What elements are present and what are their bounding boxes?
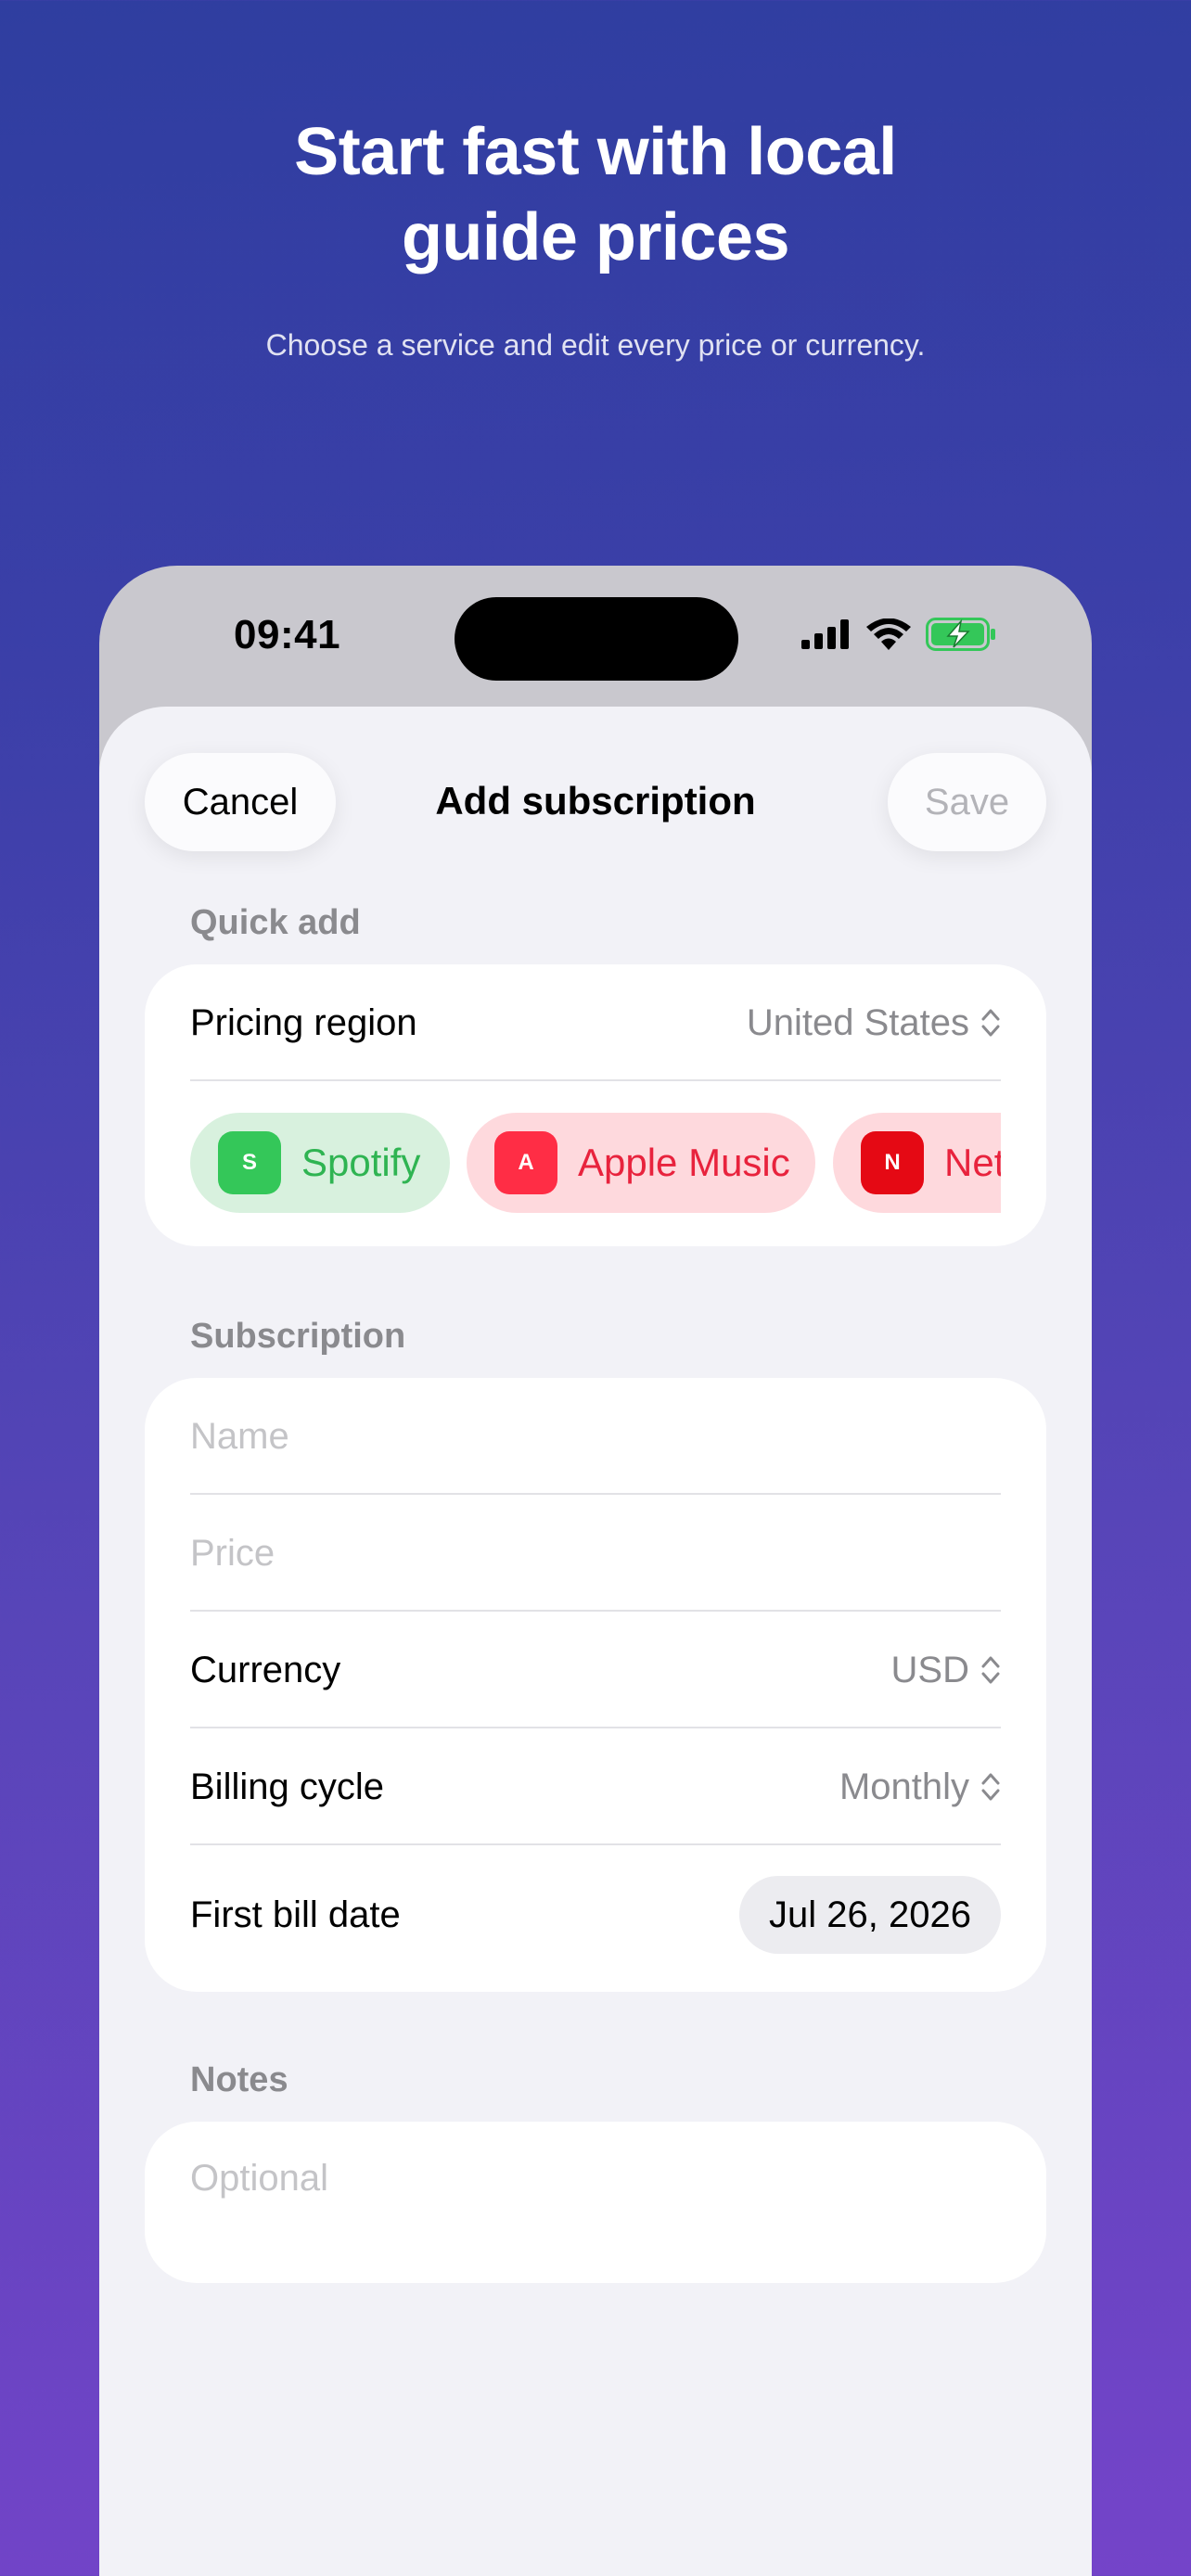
signal-icon [801,619,849,649]
currency-value: USD [890,1649,969,1690]
name-field[interactable]: Name [190,1378,1001,1495]
wifi-icon [866,618,911,650]
hero-title-line-2: guide prices [401,200,790,274]
pricing-region-picker[interactable]: United States [747,1002,1001,1044]
service-chip-label: Apple Music [578,1141,790,1184]
notes-placeholder: Optional [190,2157,328,2199]
chevron-up-down-icon [981,1773,1000,1801]
price-field[interactable]: Price [190,1495,1001,1612]
quick-add-services: S Spotify A Apple Music N Netflix [190,1113,1001,1213]
service-chip-spotify[interactable]: S Spotify [190,1113,450,1213]
status-time: 09:41 [234,612,341,657]
quick-add-card: Pricing region United States S Spotify A [145,964,1046,1246]
chevron-up-down-icon [981,1009,1000,1037]
service-chip-netflix[interactable]: N Netflix [833,1113,1001,1213]
currency-picker[interactable]: USD [891,1650,1001,1691]
service-chip-label: Spotify [301,1141,421,1184]
hero-title-line-1: Start fast with local [294,115,897,189]
billing-cycle-row[interactable]: Billing cycle Monthly [190,1728,1001,1845]
subscription-card: Name Price Currency USD Billing cycle Mo… [145,1378,1046,1992]
currency-row[interactable]: Currency USD [190,1612,1001,1728]
subscription-header: Subscription [190,1317,406,1356]
name-placeholder: Name [190,1415,289,1457]
battery-charging-icon [926,618,995,651]
save-button[interactable]: Save [888,753,1046,851]
status-bar: 09:41 [99,566,1092,705]
add-subscription-sheet: Cancel Add subscription Save Quick add P… [99,707,1092,2576]
notes-field[interactable]: Optional [190,2122,1001,2235]
service-chip-label: Netflix [944,1141,1001,1184]
phone-mockup: 09:41 Cancel Add subscription Save Quick… [99,566,1092,2576]
pricing-region-value: United States [746,1001,969,1043]
netflix-icon: N [861,1131,924,1194]
apple-music-icon: A [494,1131,557,1194]
billing-cycle-label: Billing cycle [190,1766,384,1807]
hero-subtitle: Choose a service and edit every price or… [265,328,926,362]
pricing-region-label: Pricing region [190,1001,417,1043]
divider [190,1079,1001,1081]
quick-add-header: Quick add [190,903,361,942]
price-placeholder: Price [190,1532,275,1574]
first-bill-date-picker[interactable]: Jul 26, 2026 [739,1876,1001,1954]
chevron-up-down-icon [981,1656,1000,1684]
notes-card: Optional [145,2122,1046,2283]
hero-title: Start fast with local guide prices [0,109,1191,280]
first-bill-date-row: First bill date Jul 26, 2026 [190,1845,1001,1984]
billing-cycle-picker[interactable]: Monthly [839,1766,1001,1808]
pricing-region-row[interactable]: Pricing region United States [190,964,1001,1081]
notes-header: Notes [190,2060,288,2099]
dynamic-island [455,597,738,681]
currency-label: Currency [190,1649,341,1690]
first-bill-date-label: First bill date [190,1894,401,1935]
status-icons [801,616,996,653]
spotify-icon: S [218,1131,281,1194]
service-chip-apple-music[interactable]: A Apple Music [467,1113,815,1213]
billing-cycle-value: Monthly [839,1766,969,1807]
